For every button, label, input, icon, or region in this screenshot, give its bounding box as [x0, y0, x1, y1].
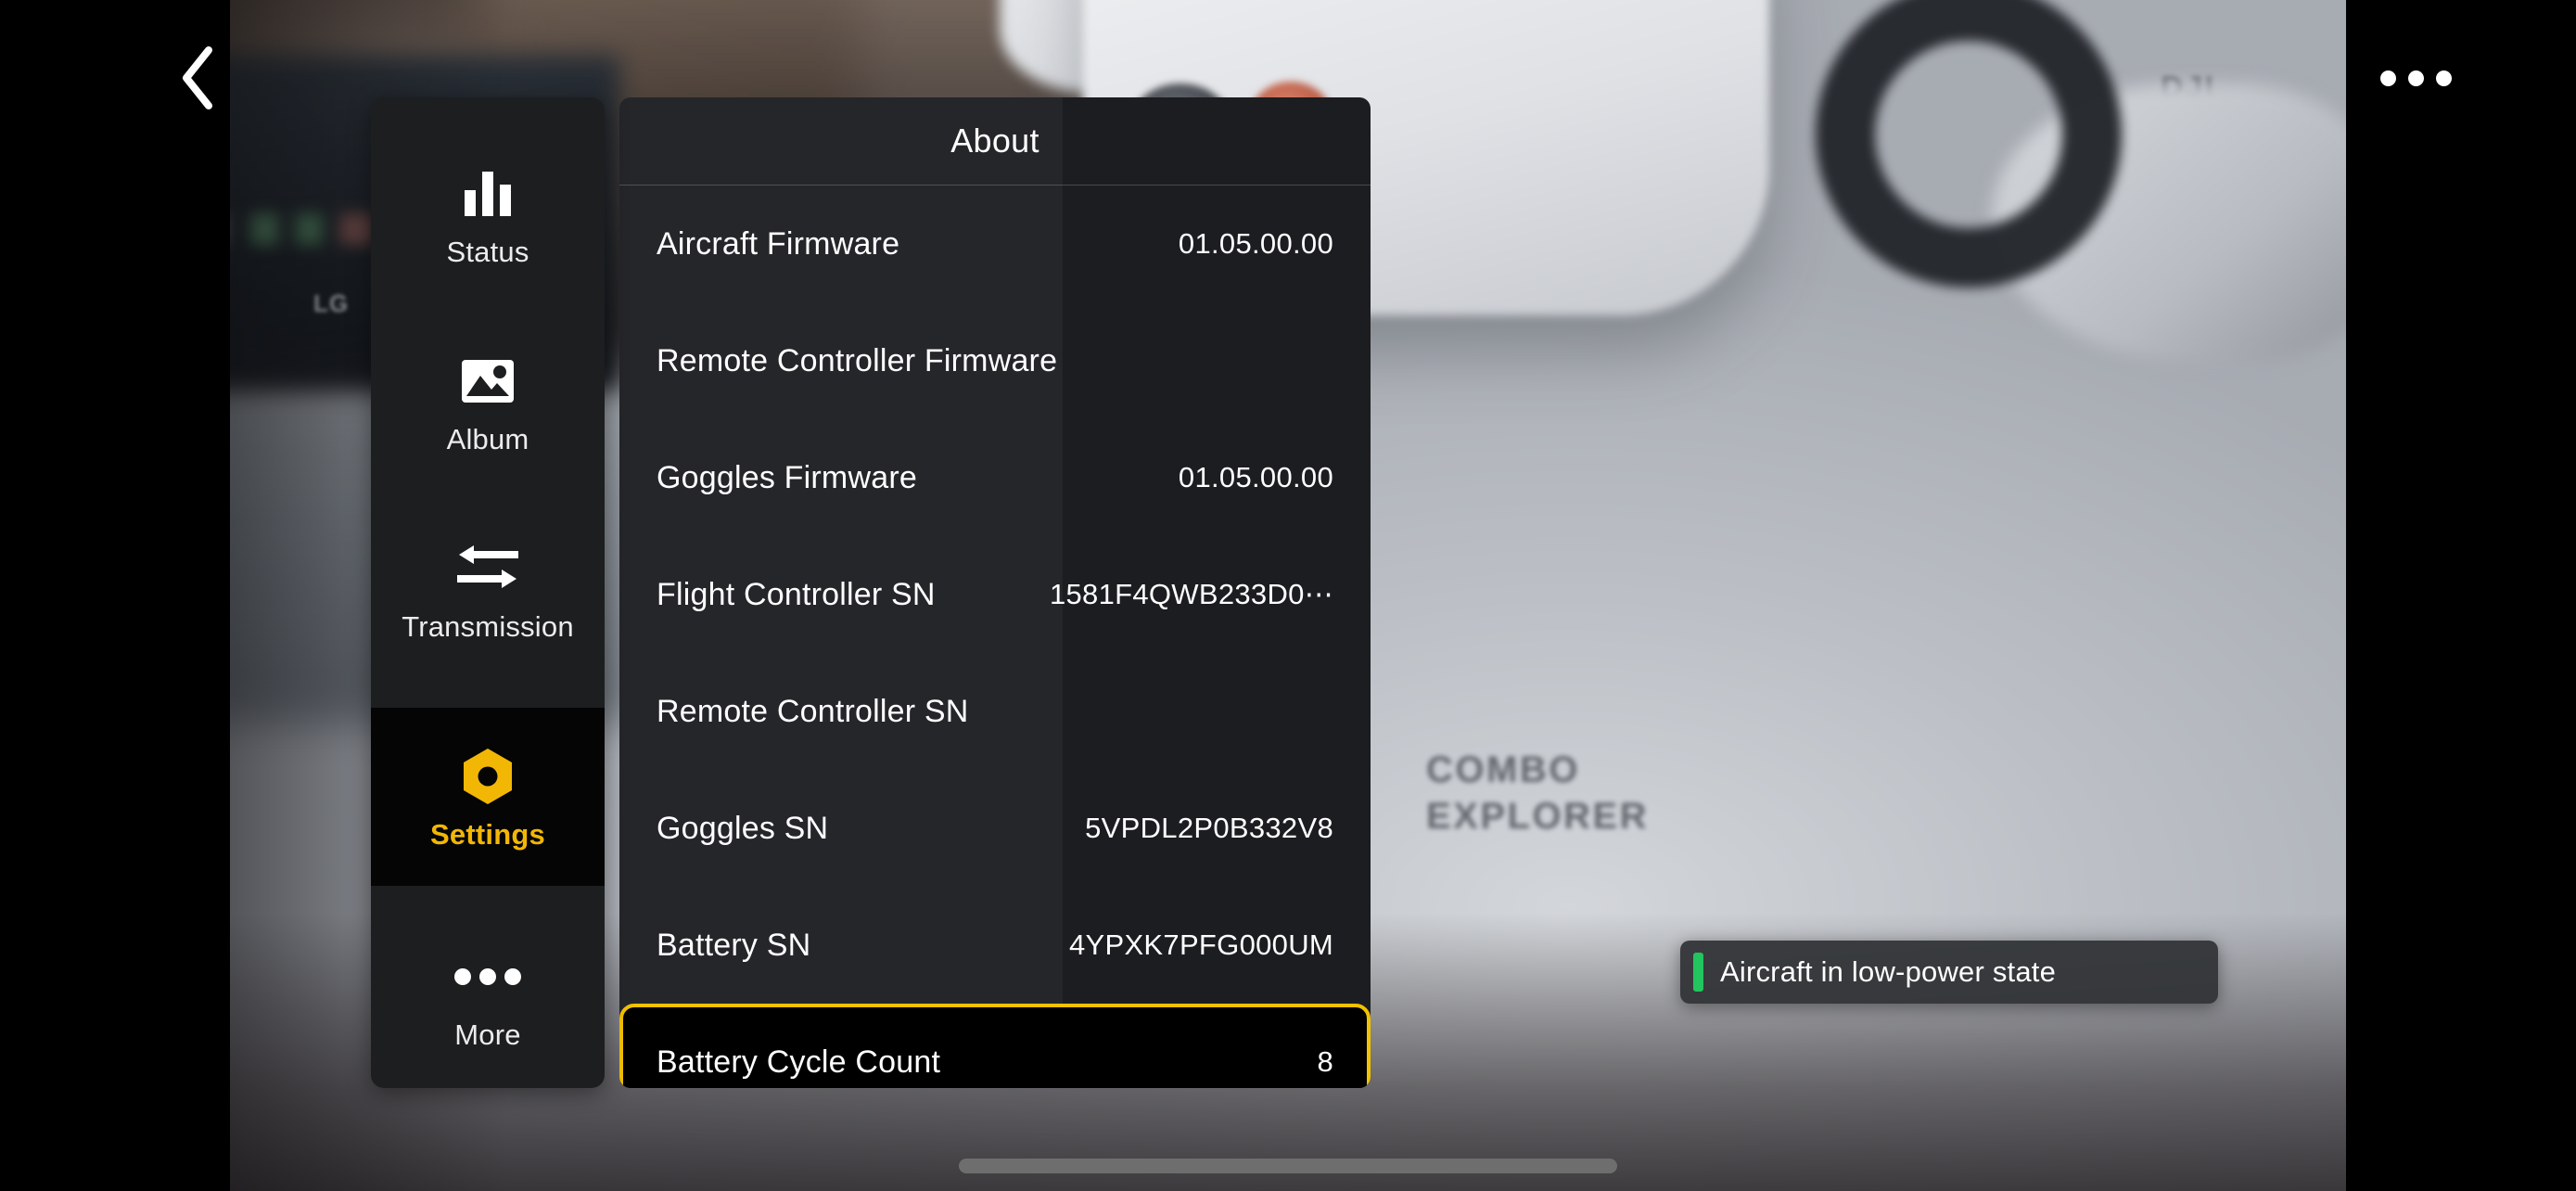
home-indicator[interactable] [959, 1159, 1617, 1173]
transmission-arrows-icon [457, 534, 518, 603]
sidebar-item-more-label: More [454, 1018, 521, 1051]
sidebar-item-status-label: Status [446, 236, 529, 268]
sidebar-item-settings[interactable]: Settings [371, 708, 605, 886]
about-row-key: Battery Cycle Count [657, 1044, 941, 1080]
about-row[interactable]: Flight Controller SN 1581F4QWB233D0⋯ [619, 536, 1371, 653]
about-row-key: Remote Controller SN [657, 693, 969, 729]
sidebar-item-settings-label: Settings [430, 818, 545, 851]
about-row-value: 8 [1317, 1045, 1333, 1078]
about-row-key: Aircraft Firmware [657, 225, 900, 262]
about-row-key: Battery SN [657, 927, 811, 963]
background-box-text-line1: COMBO [1426, 749, 1580, 790]
ellipsis-icon [453, 942, 522, 1011]
status-toast: Aircraft in low-power state [1680, 941, 2218, 1004]
back-button[interactable] [162, 43, 233, 113]
chevron-left-icon [177, 45, 218, 111]
bar-chart-icon [463, 160, 513, 228]
about-row-key: Remote Controller Firmware [657, 342, 1058, 378]
toast-accent-bar [1693, 953, 1703, 992]
about-row-key: Flight Controller SN [657, 576, 936, 612]
about-row[interactable]: Goggles SN 5VPDL2P0B332V8 [619, 770, 1371, 887]
settings-sidebar: Status Album Transmission Settings More [371, 97, 605, 1088]
ellipsis-horizontal-icon-dot-1 [2379, 70, 2396, 86]
ellipsis-horizontal-icon-dot-2 [2407, 70, 2424, 86]
about-panel-title: About [950, 122, 1039, 160]
about-row-value: 1581F4QWB233D0⋯ [1049, 578, 1333, 610]
sidebar-item-album-label: Album [446, 423, 529, 455]
about-row[interactable]: Remote Controller SN [619, 653, 1371, 770]
about-panel: About Aircraft Firmware 01.05.00.00 Remote… [619, 97, 1371, 1088]
about-row-key: Goggles Firmware [657, 459, 917, 495]
ellipsis-horizontal-icon-dot-3 [2435, 70, 2452, 86]
letterbox-right [2346, 0, 2576, 1191]
about-row-value: 01.05.00.00 [1178, 461, 1333, 493]
about-row-key: Goggles SN [657, 810, 829, 846]
about-row[interactable]: Remote Controller Firmware [619, 302, 1371, 419]
toast-message: Aircraft in low-power state [1720, 955, 2057, 988]
sidebar-item-more[interactable]: More [371, 923, 605, 1071]
about-row[interactable]: Battery Cycle Count 8 [619, 1004, 1371, 1088]
about-row[interactable]: Aircraft Firmware 01.05.00.00 [619, 186, 1371, 302]
sidebar-item-album[interactable]: Album [371, 327, 605, 476]
hex-nut-gear-icon [461, 742, 515, 811]
sidebar-item-transmission[interactable]: Transmission [371, 515, 605, 663]
letterbox-left [0, 0, 230, 1191]
more-options-button[interactable] [2374, 54, 2457, 102]
goggles-screen: LG DJI COMBO EXPLORER [0, 0, 2576, 1191]
about-row-value: 5VPDL2P0B332V8 [1085, 812, 1333, 844]
sidebar-item-transmission-label: Transmission [402, 610, 574, 643]
photo-icon [461, 347, 515, 416]
background-box-text: COMBO EXPLORER [1426, 748, 1649, 839]
about-row[interactable]: Goggles Firmware 01.05.00.00 [619, 419, 1371, 536]
about-row-list: Aircraft Firmware 01.05.00.00 Remote Contr… [619, 186, 1371, 1088]
sidebar-item-status[interactable]: Status [371, 140, 605, 288]
about-row[interactable]: Battery SN 4YPXK7PFG000UM [619, 887, 1371, 1004]
about-row-value: 01.05.00.00 [1178, 227, 1333, 260]
about-row-value: 4YPXK7PFG000UM [1068, 928, 1333, 961]
background-box-text-line2: EXPLORER [1426, 795, 1650, 837]
